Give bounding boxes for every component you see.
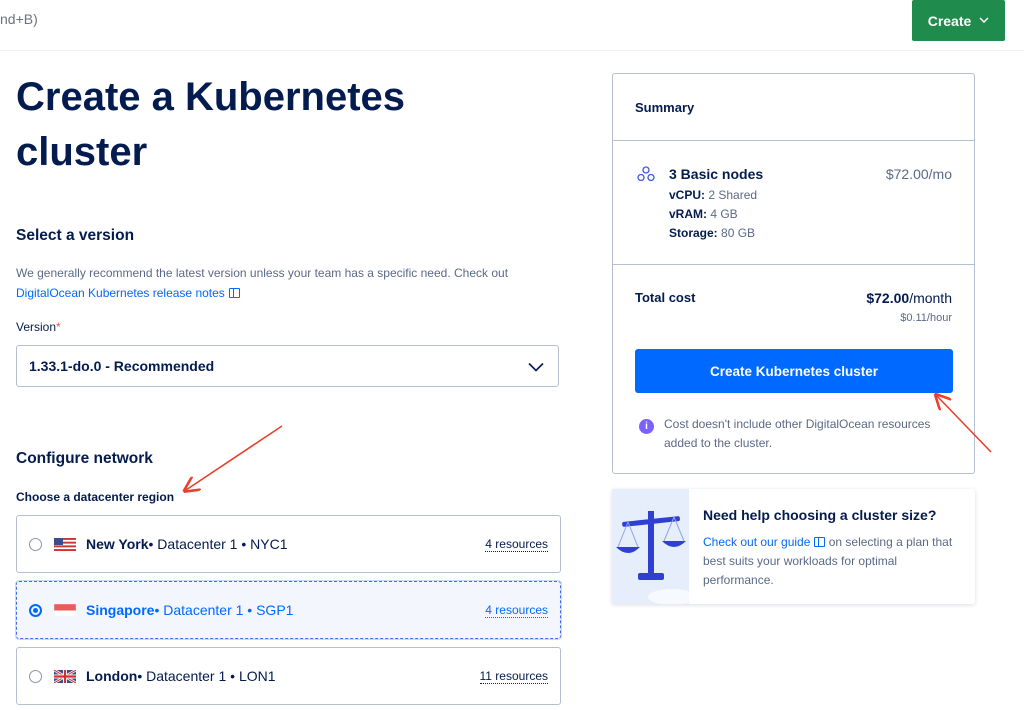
book-icon (814, 537, 826, 547)
spec-label: vCPU: (669, 188, 706, 202)
create-button-label: Create (927, 12, 972, 29)
spec-storage: Storage: 80 GB (669, 226, 755, 240)
version-section-title: Select a version (16, 227, 135, 244)
book-icon (228, 288, 240, 298)
network-section-title: Configure network (16, 450, 153, 467)
version-select-value: 1.33.1-do.0 - Recommended (29, 358, 215, 374)
resources-link[interactable]: 11 resources (479, 669, 548, 684)
help-text: Check out our guide on selecting a plan … (703, 533, 958, 590)
spec-value: 80 GB (717, 226, 756, 240)
summary-title: Summary (635, 100, 695, 115)
spec-label: vRAM: (669, 207, 707, 221)
resources-link[interactable]: 4 resources (485, 537, 548, 552)
region-name: London (86, 668, 138, 684)
region-field-label: Choose a datacenter region (16, 490, 175, 504)
radio-button[interactable] (29, 669, 42, 683)
nodes-price: $72.00/mo (885, 166, 952, 182)
nodes-icon (637, 166, 655, 182)
total-unit: /month (909, 290, 952, 306)
region-option-singapore[interactable]: Singapore • Datacenter 1 • SGP1 4 resour… (15, 580, 562, 640)
region-name: Singapore (86, 602, 155, 618)
chevron-down-icon (979, 15, 989, 26)
region-name: New York (86, 536, 149, 552)
total-cost-value: $72.00/month (866, 290, 952, 306)
guide-link[interactable]: Check out our guide (703, 535, 810, 549)
chevron-down-icon (528, 359, 544, 375)
region-option-new-york[interactable]: New York • Datacenter 1 • NYC1 4 resourc… (16, 515, 561, 573)
summary-header: Summary (613, 74, 974, 141)
version-select[interactable]: 1.33.1-do.0 - Recommended (16, 345, 559, 387)
scale-illustration-icon (612, 489, 689, 604)
spec-value: 2 Shared (705, 188, 758, 202)
version-label-text: Version (16, 320, 57, 334)
help-title: Need help choosing a cluster size? (703, 507, 937, 523)
version-description-text: We generally recommend the latest versio… (16, 266, 509, 280)
radio-button[interactable] (29, 537, 42, 551)
hourly-cost: $0.11/hour (900, 312, 952, 324)
spec-value: 4 GB (707, 207, 738, 221)
total-amount: $72.00 (866, 290, 910, 306)
arrow-to-region-label (186, 425, 283, 490)
cost-note: Cost doesn't include other DigitalOcean … (664, 417, 931, 450)
sg-flag-icon (54, 603, 76, 617)
spec-vcpu: vCPU: 2 Shared (669, 188, 757, 202)
version-description: We generally recommend the latest versio… (16, 263, 556, 303)
version-field-label: Version* (16, 320, 61, 334)
region-meta: • Datacenter 1 • LON1 (137, 668, 276, 684)
create-kubernetes-cluster-button[interactable]: Create Kubernetes cluster (635, 349, 953, 393)
total-cost-label: Total cost (635, 290, 696, 305)
required-mark: * (56, 320, 61, 334)
region-meta: • Datacenter 1 • NYC1 (148, 536, 288, 552)
nodes-title: 3 Basic nodes (669, 166, 764, 182)
release-notes-link[interactable]: DigitalOcean Kubernetes release notes (16, 286, 225, 300)
uk-flag-icon (54, 669, 76, 683)
radio-button-selected[interactable] (29, 603, 42, 617)
resources-link[interactable]: 4 resources (485, 603, 548, 618)
top-bar: nd+B) Create (0, 0, 1024, 51)
info-icon: i (639, 419, 654, 434)
region-option-london[interactable]: London • Datacenter 1 • LON1 11 resource… (16, 647, 561, 705)
spec-label: Storage: (669, 226, 718, 240)
page-title: Create a Kubernetes cluster (16, 75, 406, 174)
us-flag-icon (54, 537, 76, 551)
search-shortcut-hint[interactable]: nd+B) (0, 11, 38, 27)
summary-nodes: 3 Basic nodes $72.00/mo vCPU: 2 Shared v… (613, 140, 974, 265)
help-card: Need help choosing a cluster size? Check… (612, 489, 975, 604)
region-meta: • Datacenter 1 • SGP1 (154, 602, 294, 618)
create-menu-button[interactable]: Create (912, 0, 1005, 41)
spec-vram: vRAM: 4 GB (669, 207, 738, 221)
summary-panel: Summary 3 Basic nodes $72.00/mo vCPU: 2 … (612, 73, 975, 474)
